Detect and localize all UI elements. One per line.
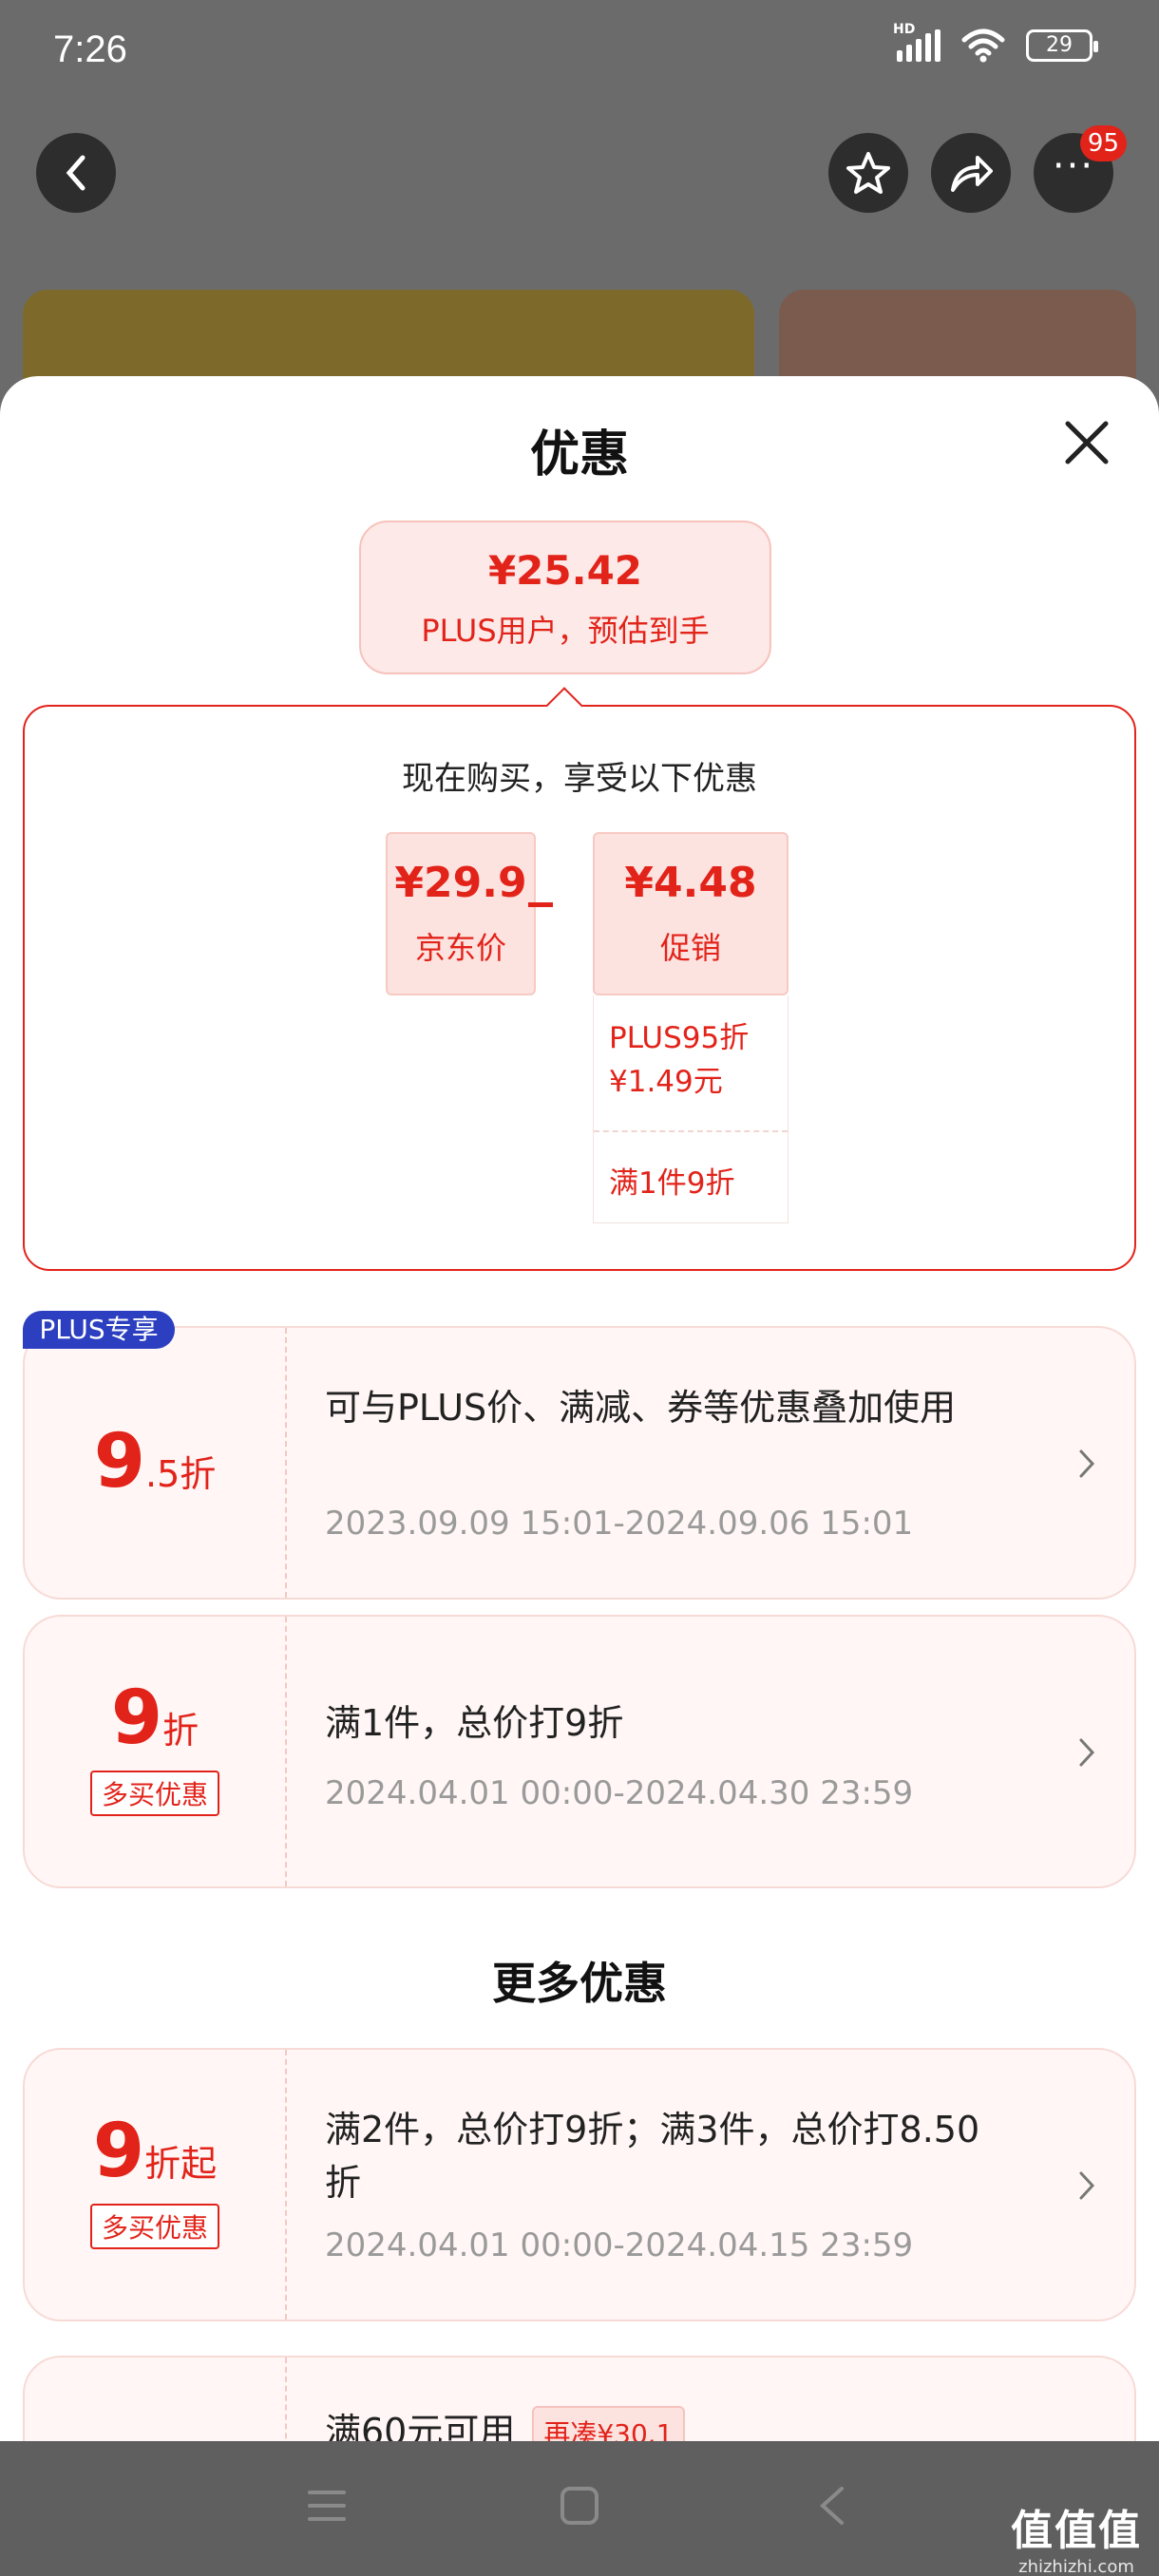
- chevron-left-icon: [66, 155, 86, 191]
- coupon-card[interactable]: 9.5折 可与PLUS价、满减、券等优惠叠加使用 2023.09.09 15:0…: [23, 1326, 1136, 1600]
- coupon-discount: 9.5折: [25, 1328, 287, 1598]
- promo-label: 促销: [659, 930, 721, 966]
- star-icon: [846, 152, 890, 194]
- home-icon[interactable]: [559, 2485, 600, 2527]
- discount-big: 9: [93, 1419, 145, 1505]
- coupon-description: 满1件，总价打9折: [325, 1702, 624, 1744]
- network-type: HD: [893, 22, 916, 37]
- back-button[interactable]: [36, 133, 116, 213]
- status-time: 7:26: [53, 28, 127, 70]
- close-icon[interactable]: [1060, 416, 1113, 469]
- discount-value: 9.5折: [25, 1419, 285, 1505]
- coupon-discount: 9折 多买优惠: [25, 1617, 287, 1886]
- status-icons: HD 29: [893, 22, 1098, 63]
- estimated-price: ¥25.42: [487, 547, 643, 594]
- breakdown-title: 现在购买，享受以下优惠: [402, 760, 757, 798]
- promo-amount: ¥4.48: [624, 859, 757, 907]
- discount-small: 折起: [144, 2143, 218, 2185]
- favorite-button[interactable]: [828, 133, 908, 213]
- discount-value: 9折: [25, 1676, 285, 1761]
- watermark-url: zhizhizhi.com: [1018, 2557, 1134, 2576]
- share-icon: [951, 156, 993, 192]
- message-badge: 95: [1079, 125, 1127, 161]
- plus-exclusive-badge: PLUS专享: [23, 1311, 175, 1349]
- coupon-description: 可与PLUS价、满减、券等优惠叠加使用: [325, 1387, 957, 1429]
- discount-value: 9折起: [25, 2109, 285, 2194]
- status-bar: 7:26 HD 29: [0, 0, 1159, 104]
- signal-icon: HD: [893, 22, 940, 62]
- watermark: 值值值 zhizhizhi.com: [1011, 2496, 1142, 2576]
- coupon-card[interactable]: 9折 多买优惠 满1件，总价打9折 2024.04.01 00:00-2024.…: [23, 1615, 1136, 1888]
- wifi-icon: [961, 28, 1005, 63]
- chevron-right-icon: [1079, 1449, 1095, 1478]
- minus-sign: [528, 902, 553, 907]
- multi-buy-tag: 多买优惠: [89, 1771, 219, 1816]
- promo-item-plus: PLUS95折: [609, 1021, 750, 1055]
- price-breakdown: 现在购买，享受以下优惠: [23, 705, 1136, 1271]
- jd-price-label: 京东价: [414, 930, 506, 966]
- promo-box: ¥4.48 促销: [593, 832, 788, 995]
- promo-items: PLUS95折 ¥1.49元 满1件9折: [593, 995, 788, 1223]
- coupon-discount: 9折起 多买优惠: [25, 2050, 287, 2320]
- promo-item: PLUS95折 ¥1.49元: [594, 995, 788, 1132]
- battery-icon: 29: [1026, 29, 1098, 62]
- promo-item-plus-amount: ¥1.49元: [609, 1065, 723, 1099]
- coupon-date: 2024.04.01 00:00-2024.04.15 23:59: [325, 2226, 914, 2264]
- coupon-date: 2024.04.01 00:00-2024.04.30 23:59: [325, 1774, 914, 1812]
- estimated-price-note: PLUS用户，预估到手: [421, 613, 710, 649]
- discount-small: 折: [162, 1710, 200, 1752]
- multi-buy-tag: 多买优惠: [89, 2204, 219, 2249]
- discount-small: .5折: [145, 1453, 217, 1495]
- discount-big: 9: [92, 2109, 145, 2194]
- sheet-title: 优惠: [529, 426, 629, 483]
- coupon-date: 2023.09.09 15:01-2024.09.06 15:01: [325, 1505, 914, 1543]
- coupon-description: 满2件，总价打9折；满3件，总价打8.50折: [325, 2109, 980, 2204]
- watermark-logo: 值值值: [1011, 2507, 1142, 2555]
- menu-icon[interactable]: [306, 2485, 348, 2527]
- coupon-card[interactable]: 9折起 多买优惠 满2件，总价打9折；满3件，总价打8.50折 2024.04.…: [23, 2048, 1136, 2321]
- chevron-right-icon: [1079, 2171, 1095, 2200]
- system-nav-bar: [0, 2441, 1159, 2576]
- discount-sheet: 优惠 ¥25.42 PLUS用户，预估到手 现在购买，享受以下优惠 ¥29.9 …: [0, 376, 1159, 2576]
- promo-item-multi: 满1件9折: [609, 1166, 735, 1201]
- jd-price: ¥29.9: [394, 859, 527, 907]
- share-button[interactable]: [931, 133, 1011, 213]
- discount-big: 9: [110, 1676, 163, 1761]
- chevron-right-icon: [1079, 1738, 1095, 1767]
- more-discounts-title: 更多优惠: [492, 1958, 667, 2009]
- more-button[interactable]: ··· 95: [1034, 125, 1127, 213]
- jd-price-box: ¥29.9 京东价: [386, 832, 536, 995]
- estimated-price-box: ¥25.42 PLUS用户，预估到手: [359, 521, 771, 674]
- back-nav-icon[interactable]: [815, 2485, 849, 2527]
